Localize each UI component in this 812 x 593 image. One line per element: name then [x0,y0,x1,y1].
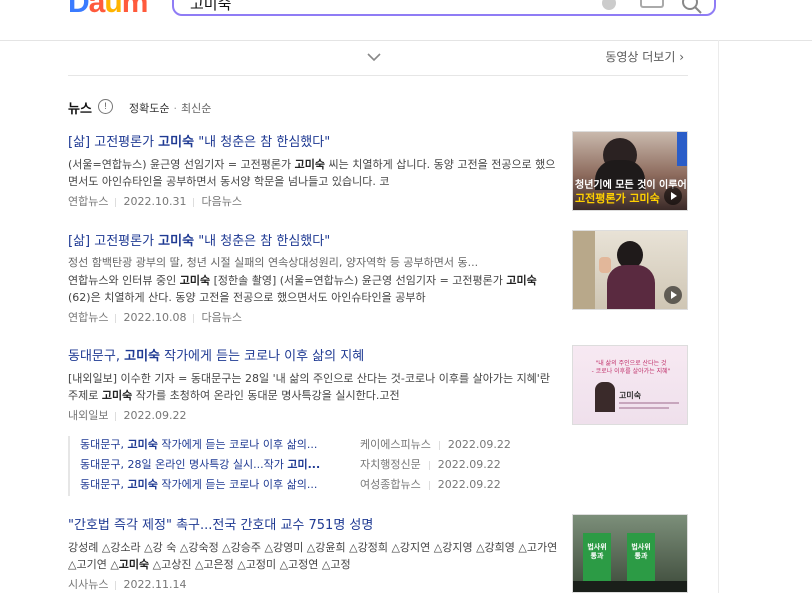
keyboard-icon[interactable] [640,0,664,8]
clear-icon[interactable] [602,0,616,10]
news-source[interactable]: 시사뉴스 [68,578,108,591]
search-icon[interactable] [680,0,704,16]
news-item: [삶] 고전평론가 고미숙 "내 청춘은 참 한심했다" (서울=연합뉴스) 윤… [68,131,558,209]
column-divider [718,40,719,593]
daum-logo[interactable]: Daum [68,0,148,20]
sort-latest[interactable]: 최신순 [181,102,211,115]
chevron-down-icon[interactable] [366,50,382,64]
news-source[interactable]: 내외일보 [68,409,108,422]
related-item: 동대문구, 28일 온라인 명사특강 실시...작가 고미... 자치행정신문 20… [70,456,550,476]
news-title[interactable]: [삶] 고전평론가 고미숙 "내 청춘은 참 한심했다" [68,230,558,249]
news-description: 강성례 △강소라 △강 숙 △강숙정 △강승주 △강영미 △강윤희 △강정희 △… [68,541,558,571]
news-thumbnail[interactable]: 법사위 통과 법사위 통과 [572,514,688,593]
news-thumbnail[interactable]: 청년기에 모든 것이 이루어진 고전평론가 고미숙 [572,131,688,211]
news-meta: 시사뉴스 2022.11.14 [68,576,558,592]
video-more-link[interactable]: 동영상 더보기 › [605,48,684,65]
news-source[interactable]: 연합뉴스 [68,311,108,324]
related-title[interactable]: 동대문구, 고미숙 작가에게 듣는 코로나 이후 삶의... [80,476,356,492]
play-icon[interactable] [664,286,682,304]
news-title[interactable]: "간호법 즉각 제정" 촉구...전국 간호대 교수 751명 성명 [68,514,558,533]
news-subline: 정선 함백탄광 광부의 딸, 청년 시절 실패의 연속상대성원리, 양자역학 등… [68,256,479,269]
top-header: Daum [0,0,812,41]
news-thumbnail[interactable] [572,230,688,310]
search-input[interactable] [188,0,572,14]
related-title[interactable]: 동대문구, 28일 온라인 명사특강 실시...작가 고미... [80,456,356,472]
news-description: 연합뉴스와 인터뷰 중인 고미숙 [정한솔 촬영] (서울=연합뉴스) 윤근영 … [68,274,537,304]
person-figure [595,382,615,412]
related-news-list: 동대문구, 고미숙 작가에게 듣는 코로나 이후 삶의... 케이에스피뉴스 202… [68,436,550,496]
search-box[interactable] [172,0,716,16]
news-meta: 연합뉴스 2022.10.31 다음뉴스 [68,193,558,209]
related-date: 2022.09.22 [447,438,511,451]
news-source[interactable]: 연합뉴스 [68,195,108,208]
news-description: [내외일보] 이수한 기자 = 동대문구는 28일 '내 삶의 주인으로 산다는… [68,372,550,402]
news-date: 2022.09.22 [123,409,187,422]
news-item: "간호법 즉각 제정" 촉구...전국 간호대 교수 751명 성명 강성례 △… [68,514,558,592]
video-more-row: 동영상 더보기 › [68,40,688,76]
related-title[interactable]: 동대문구, 고미숙 작가에게 듣는 코로나 이후 삶의... [80,436,356,452]
news-date: 2022.10.31 [123,195,187,208]
related-date: 2022.09.22 [437,458,501,471]
section-title: 뉴스 [68,102,92,117]
news-meta: 연합뉴스 2022.10.08 다음뉴스 [68,309,558,325]
news-title[interactable]: [삶] 고전평론가 고미숙 "내 청춘은 참 한심했다" [68,131,558,150]
news-item: 동대문구, 고미숙 작가에게 듣는 코로나 이후 삶의 지혜 [내외일보] 이수… [68,345,558,423]
related-source[interactable]: 자치행정신문 [360,458,421,471]
play-icon[interactable] [664,187,682,205]
related-date: 2022.09.22 [437,478,501,491]
news-via[interactable]: 다음뉴스 [201,311,241,324]
news-date: 2022.10.08 [123,311,187,324]
news-meta: 내외일보 2022.09.22 [68,407,558,423]
sort-accuracy[interactable]: 정확도순 [129,102,169,115]
news-date: 2022.11.14 [123,578,187,591]
related-source[interactable]: 여성종합뉴스 [360,478,421,491]
news-item: [삶] 고전평론가 고미숙 "내 청춘은 참 한심했다" 정선 함백탄광 광부의… [68,230,558,325]
related-item: 동대문구, 고미숙 작가에게 듣는 코로나 이후 삶의... 여성종합뉴스 2022… [70,476,550,496]
news-description: (서울=연합뉴스) 윤근영 선임기자 = 고전평론가 고미숙 씨는 치열하게 삽… [68,158,556,188]
related-source[interactable]: 케이에스피뉴스 [360,438,431,451]
news-title[interactable]: 동대문구, 고미숙 작가에게 듣는 코로나 이후 삶의 지혜 [68,345,558,364]
sort-options: 정확도순 · 최신순 [129,102,212,115]
news-via[interactable]: 다음뉴스 [201,195,241,208]
related-item: 동대문구, 고미숙 작가에게 듣는 코로나 이후 삶의... 케이에스피뉴스 202… [70,436,550,456]
news-thumbnail[interactable]: "내 삶의 주인으로 산다는 것 - 코로나 이후를 살아가는 지혜" 고미숙 [572,345,688,425]
info-icon[interactable]: ! [98,99,113,114]
